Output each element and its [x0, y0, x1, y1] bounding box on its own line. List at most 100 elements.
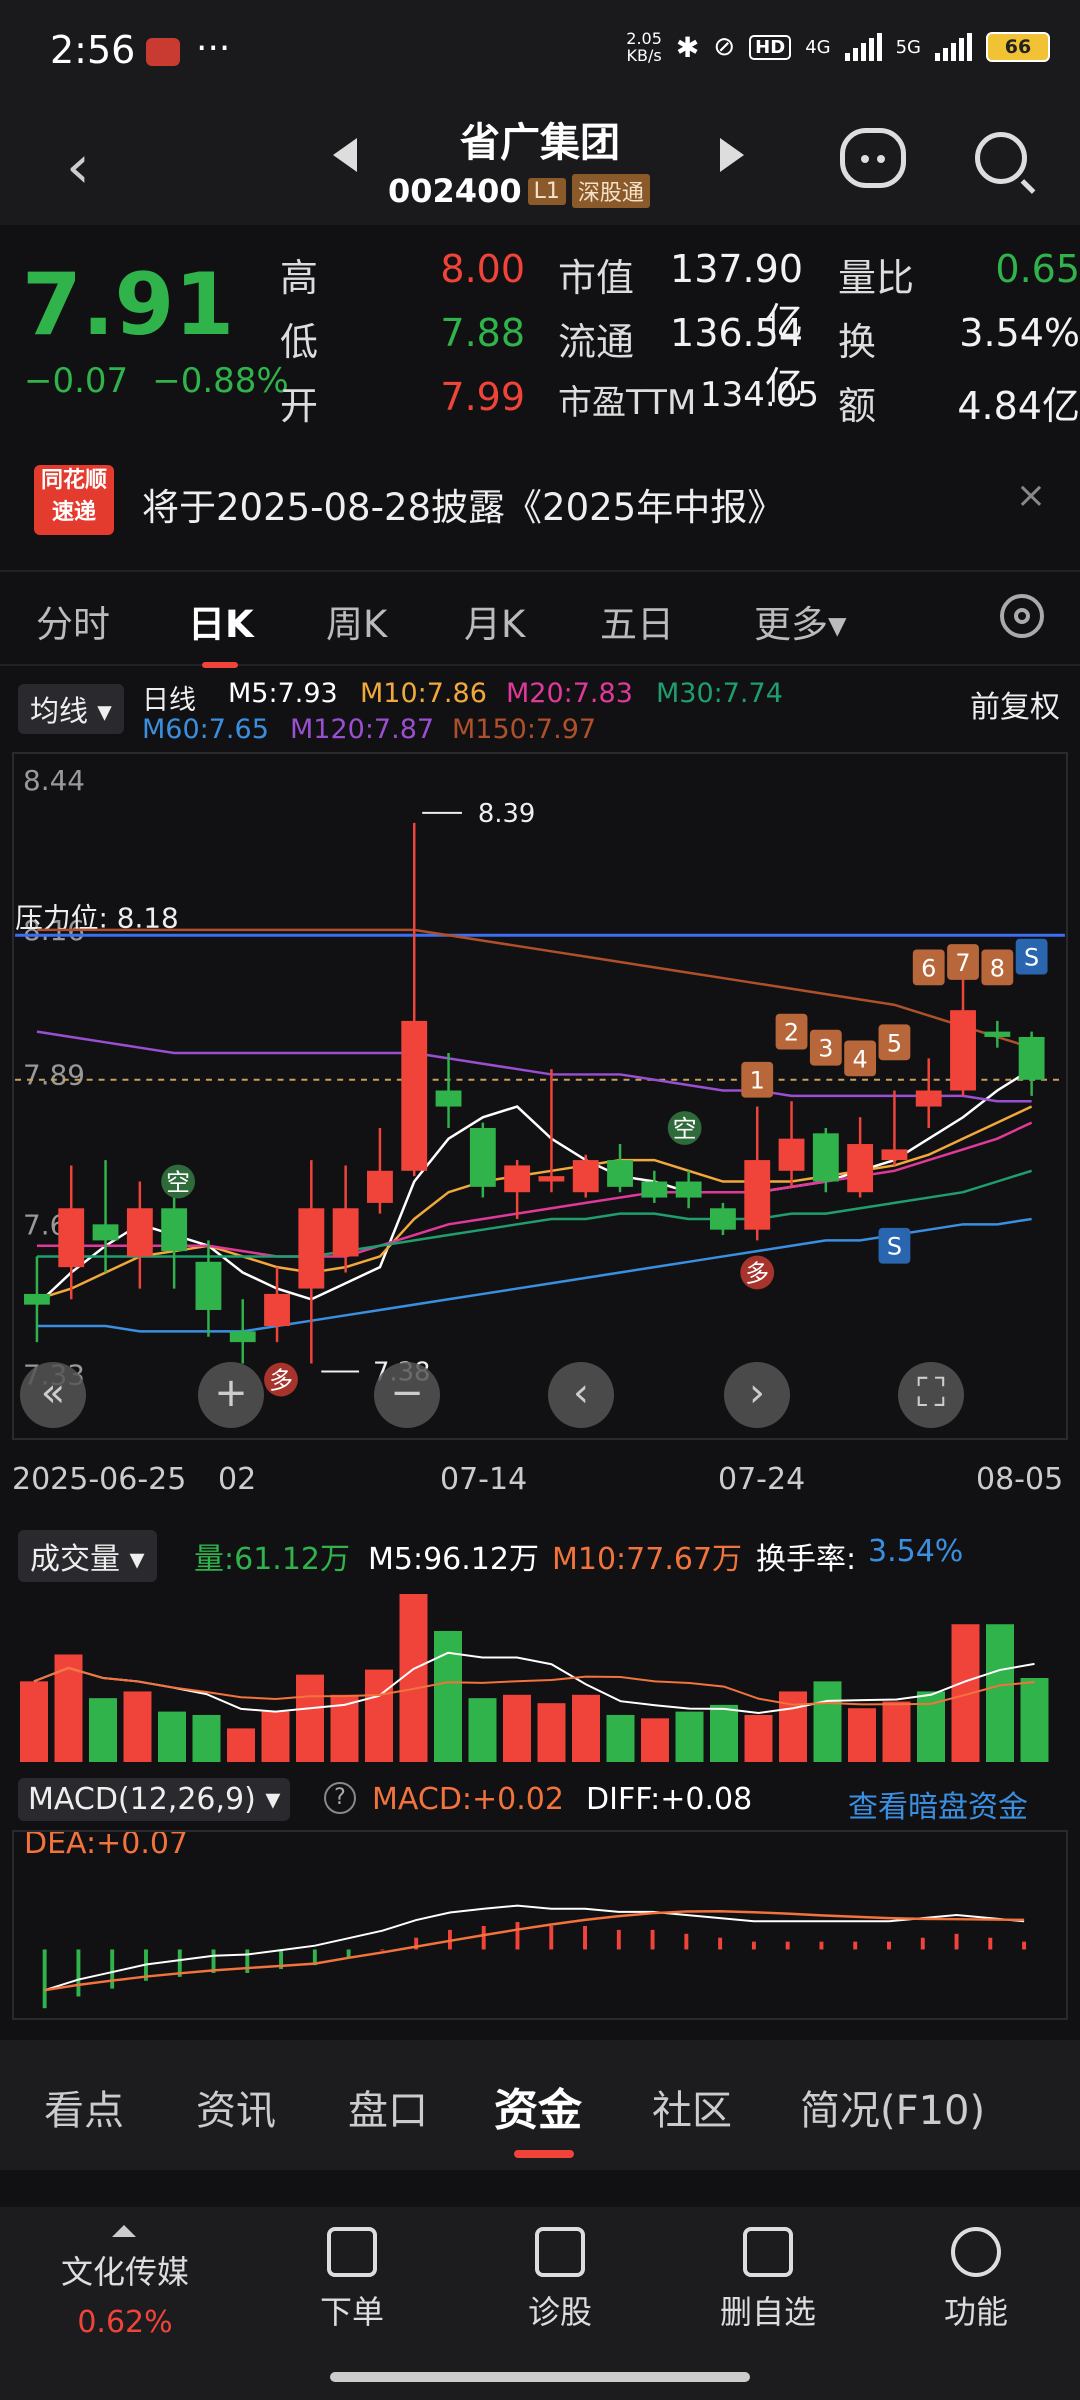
- count-label-text: 4: [853, 1045, 868, 1073]
- minus-box-icon: [743, 2227, 793, 2277]
- date-label-end: 08-05: [976, 1462, 1064, 1497]
- tab-five-day[interactable]: 五日: [600, 594, 674, 648]
- change-pct: −0.88%: [152, 361, 289, 401]
- amount-value: 4.84亿: [957, 384, 1080, 428]
- settings-gear-icon[interactable]: [1000, 594, 1044, 638]
- menu-circle-icon: [951, 2227, 1001, 2277]
- macd-bar: [751, 1941, 756, 1950]
- volume-bar: [606, 1714, 635, 1762]
- candle-body: [504, 1165, 531, 1193]
- volume-bar: [675, 1711, 704, 1762]
- volume-bar: [261, 1711, 290, 1762]
- scroll-back-button[interactable]: «: [20, 1362, 86, 1428]
- candle-body: [607, 1160, 633, 1187]
- candle-body: [915, 1090, 942, 1107]
- fullscreen-button[interactable]: ⛶: [898, 1362, 964, 1428]
- tab-intraday[interactable]: 分时: [36, 594, 110, 648]
- macd-bar: [583, 1925, 587, 1950]
- macd-bar: [616, 1929, 621, 1950]
- amount-label: 额: [838, 384, 877, 428]
- candle-body: [641, 1181, 668, 1198]
- macd-bar: [819, 1941, 824, 1950]
- candle-body: [332, 1208, 359, 1257]
- count-label-text: 7: [955, 949, 970, 977]
- close-icon[interactable]: ×: [1016, 475, 1046, 516]
- next-stock-button[interactable]: [720, 138, 744, 172]
- volume-value: 量:61.12万: [194, 1542, 350, 1577]
- indicator-selector[interactable]: 均线 ▾: [18, 684, 124, 734]
- date-label: 07-14: [440, 1462, 528, 1497]
- tab-weekly-k[interactable]: 周K: [326, 594, 387, 648]
- home-indicator: [330, 2372, 750, 2382]
- zoom-in-button[interactable]: +: [198, 1362, 264, 1428]
- tab-community[interactable]: 社区: [652, 2078, 732, 2136]
- diagnose-button[interactable]: 诊股: [470, 2227, 650, 2333]
- candle-body: [572, 1160, 599, 1193]
- volume-header: 成交量 ▾ 量:61.12万 M5:96.12万 M10:77.67万 换手率:…: [0, 1530, 1080, 1586]
- hd-icon: HD: [749, 34, 792, 60]
- volume-selector[interactable]: 成交量 ▾: [18, 1530, 157, 1582]
- candle-body: [264, 1293, 290, 1327]
- candle-body: [58, 1208, 85, 1268]
- macd-bar: [684, 1933, 689, 1950]
- prev-candle-button[interactable]: ‹: [548, 1362, 614, 1428]
- next-candle-button[interactable]: ›: [724, 1362, 790, 1428]
- volume-ratio-value: 0.65: [995, 247, 1080, 291]
- sector-name: 文化传媒: [60, 2253, 189, 2291]
- tab-funds[interactable]: 资金: [494, 2074, 582, 2158]
- y-axis-label: 7.89: [23, 1059, 85, 1092]
- macd-bar: [785, 1941, 790, 1950]
- tab-highlights[interactable]: 看点: [44, 2078, 124, 2136]
- macd-bar: [549, 1925, 554, 1950]
- low-label: 低: [280, 320, 319, 364]
- tab-more[interactable]: 更多▾: [754, 594, 847, 648]
- candle-body: [126, 1208, 153, 1257]
- tab-monthly-k[interactable]: 月K: [464, 594, 525, 648]
- info-tabs: 看点 资讯 盘口 资金 社区 简况(F10): [0, 2040, 1080, 2170]
- stock-sub-info: 002400 L1 深股通: [388, 172, 650, 210]
- tab-profile-f10[interactable]: 简况(F10): [800, 2078, 985, 2136]
- volume-m10: M10:77.67万: [552, 1542, 743, 1577]
- remove-watchlist-button[interactable]: 删自选: [678, 2227, 858, 2333]
- dark-pool-link[interactable]: 查看暗盘资金: [848, 1782, 1028, 1826]
- turnover-rate-value: 3.54%: [868, 1534, 964, 1569]
- news-banner[interactable]: 同花顺 速递 将于2025-08-28披露《2025年中报》 ×: [0, 455, 1080, 555]
- float-label: 流通: [558, 320, 635, 364]
- zoom-out-button[interactable]: −: [374, 1362, 440, 1428]
- robot-assistant-icon[interactable]: [840, 128, 906, 188]
- candle-body: [847, 1144, 874, 1193]
- tab-orderbook[interactable]: 盘口: [348, 2078, 428, 2136]
- function-button[interactable]: 功能: [886, 2227, 1066, 2333]
- high-marker-label: 8.39: [478, 799, 536, 829]
- macd-bar: [887, 1941, 891, 1950]
- volume-bar: [882, 1701, 911, 1762]
- count-label-text: 5: [887, 1029, 902, 1057]
- open-value: 7.99: [440, 375, 525, 419]
- volume-bar: [434, 1630, 462, 1762]
- tab-news[interactable]: 资讯: [196, 2078, 276, 2136]
- volume-bar: [503, 1694, 531, 1762]
- low-value: 7.88: [440, 311, 525, 355]
- turnover-value: 3.54%: [959, 311, 1080, 355]
- adjust-mode[interactable]: 前复权: [970, 682, 1060, 726]
- change-value: −0.07: [24, 361, 129, 401]
- quote-panel: 7.91 −0.07 −0.88% 高 8.00 低 7.88 开 7.99 市值…: [0, 225, 1080, 445]
- volume-bar: [296, 1674, 324, 1762]
- date-label: 02: [218, 1462, 257, 1497]
- tab-daily-k[interactable]: 日K: [188, 594, 254, 668]
- candlestick-chart[interactable]: 8.448.167.897.617.33压力位: 8.188.397.38空空多…: [12, 752, 1068, 1440]
- volume-bar: [537, 1703, 566, 1762]
- pe-value: 134.05: [700, 375, 819, 415]
- high-value: 8.00: [440, 247, 525, 291]
- search-icon[interactable]: [975, 132, 1027, 184]
- count-label-text: 3: [818, 1035, 833, 1063]
- order-button[interactable]: 下单: [262, 2227, 442, 2333]
- count-label-text: 1: [750, 1067, 765, 1095]
- sector-button[interactable]: 文化传媒 0.62%: [40, 2225, 210, 2340]
- volume-bar: [365, 1669, 393, 1762]
- help-icon[interactable]: ?: [324, 1782, 356, 1814]
- volume-ratio-label: 量比: [838, 256, 915, 300]
- net-speed: 2.05 KB/s: [626, 29, 662, 65]
- macd-selector[interactable]: MACD(12,26,9) ▾: [18, 1778, 291, 1821]
- volume-bar: [813, 1681, 842, 1762]
